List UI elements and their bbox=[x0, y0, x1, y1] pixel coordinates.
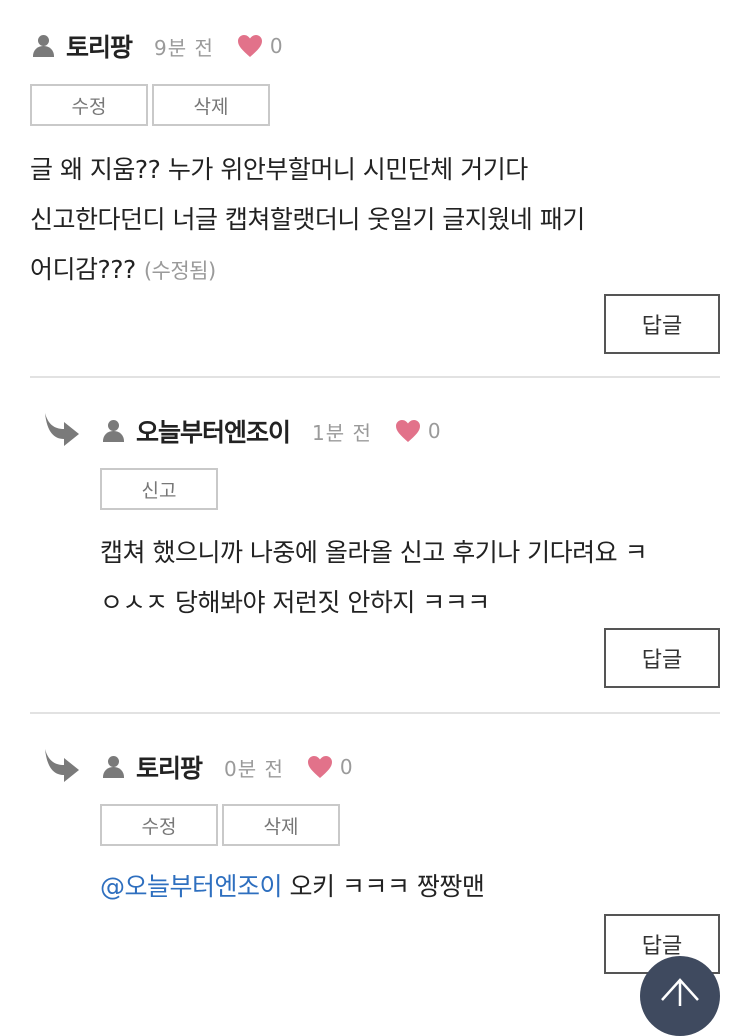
reply-button[interactable]: 답글 bbox=[604, 294, 720, 354]
divider bbox=[30, 712, 720, 714]
comment-line: 글 왜 지움?? 누가 위안부할머니 시민단체 거기다 bbox=[30, 155, 528, 184]
person-icon bbox=[100, 754, 126, 780]
edit-button[interactable]: 수정 bbox=[100, 804, 218, 846]
timestamp: 1분 전 bbox=[312, 420, 372, 445]
like-count: 0 bbox=[427, 419, 441, 443]
comment-line: 캡쳐 했으니까 나중에 올라올 신고 후기나 기다려요 ㅋ bbox=[100, 538, 648, 567]
heart-icon[interactable] bbox=[236, 32, 264, 60]
edited-label: (수정됨) bbox=[143, 259, 216, 283]
comment-body: 캡쳐 했으니까 나중에 올라올 신고 후기나 기다려요 ㅋ ㅇㅅㅈ 당해봐야 저… bbox=[100, 528, 648, 628]
comment-header: 토리팡 9분 전 0 bbox=[30, 30, 283, 62]
reply-arrow-icon bbox=[45, 413, 79, 446]
reply-arrow-icon bbox=[45, 749, 79, 782]
timestamp: 0분 전 bbox=[224, 756, 284, 781]
comment-line: ㅇㅅㅈ 당해봐야 저런짓 안하지 ㅋㅋㅋ bbox=[100, 588, 490, 617]
author-name[interactable]: 토리팡 bbox=[66, 28, 133, 64]
author-name[interactable]: 토리팡 bbox=[136, 749, 203, 785]
comment-body: @오늘부터엔조이 오키 ㅋㅋㅋ 짱짱맨 bbox=[100, 862, 485, 912]
delete-button[interactable]: 삭제 bbox=[152, 84, 270, 126]
mention-link[interactable]: @오늘부터엔조이 bbox=[100, 872, 283, 901]
arrow-up-icon bbox=[661, 978, 699, 1006]
comment-line: 어디감??? bbox=[30, 255, 136, 284]
divider bbox=[30, 376, 720, 378]
timestamp: 9분 전 bbox=[154, 35, 214, 60]
reply-button[interactable]: 답글 bbox=[604, 628, 720, 688]
comment-line: 오키 ㅋㅋㅋ 짱짱맨 bbox=[282, 872, 485, 901]
heart-icon[interactable] bbox=[394, 417, 422, 445]
report-button[interactable]: 신고 bbox=[100, 468, 218, 510]
author-name[interactable]: 오늘부터엔조이 bbox=[136, 413, 291, 449]
edit-button[interactable]: 수정 bbox=[30, 84, 148, 126]
person-icon bbox=[30, 33, 56, 59]
comment-header: 토리팡 0분 전 0 bbox=[100, 751, 353, 783]
scroll-top-button[interactable] bbox=[640, 956, 720, 1036]
comment-line: 신고한다던디 너글 캡쳐할랫더니 웃일기 글지웠네 패기 bbox=[30, 205, 585, 234]
comment-header: 오늘부터엔조이 1분 전 0 bbox=[100, 415, 441, 447]
heart-icon[interactable] bbox=[306, 753, 334, 781]
delete-button[interactable]: 삭제 bbox=[222, 804, 340, 846]
like-count: 0 bbox=[339, 755, 353, 779]
comment-body: 글 왜 지움?? 누가 위안부할머니 시민단체 거기다 신고한다던디 너글 캡쳐… bbox=[30, 145, 585, 296]
like-count: 0 bbox=[269, 34, 283, 58]
person-icon bbox=[100, 418, 126, 444]
